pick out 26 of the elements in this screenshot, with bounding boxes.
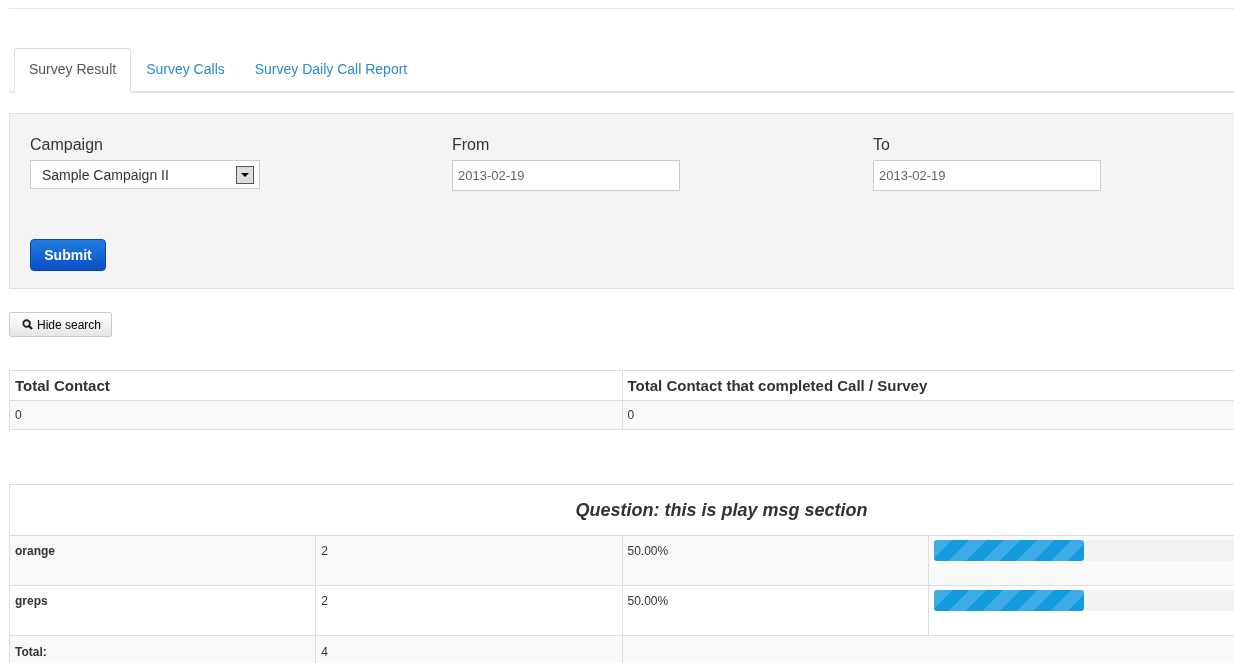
column-header: Total Contact	[9, 370, 622, 401]
date-field[interactable]: 2013-02-19	[873, 160, 1101, 191]
column-header: Total Contact that completed Call / Survey	[622, 370, 1234, 401]
table-cell: 0	[9, 400, 622, 430]
field-label: From	[452, 136, 491, 154]
tab[interactable]: Survey Calls	[131, 48, 240, 93]
tab[interactable]: Survey Result	[14, 48, 132, 93]
caret-icon	[236, 165, 254, 184]
question-title: Question: this is play msg section	[9, 484, 1234, 536]
table-cell: 2	[315, 585, 622, 636]
hide-search-button[interactable]: Hide search	[9, 312, 113, 337]
table-cell: 4	[315, 635, 622, 663]
tab[interactable]: Survey Daily Call Report	[239, 48, 423, 93]
campaign-select[interactable]: Sample Campaign II	[30, 160, 260, 189]
table-cell: Total:	[9, 635, 316, 663]
table-cell: greps	[9, 585, 316, 636]
table-cell: 50.00%	[622, 535, 929, 586]
table-cell: 0	[622, 400, 1234, 430]
table-cell: 2	[315, 535, 622, 586]
date-field[interactable]: 2013-02-19	[452, 160, 680, 191]
table-cell: orange	[9, 535, 316, 586]
field-label: Campaign	[30, 136, 104, 154]
field-label: To	[873, 136, 891, 154]
submit-button[interactable]: Submit	[30, 239, 106, 271]
table-cell: 50.00%	[622, 585, 929, 636]
search-icon	[22, 319, 33, 330]
